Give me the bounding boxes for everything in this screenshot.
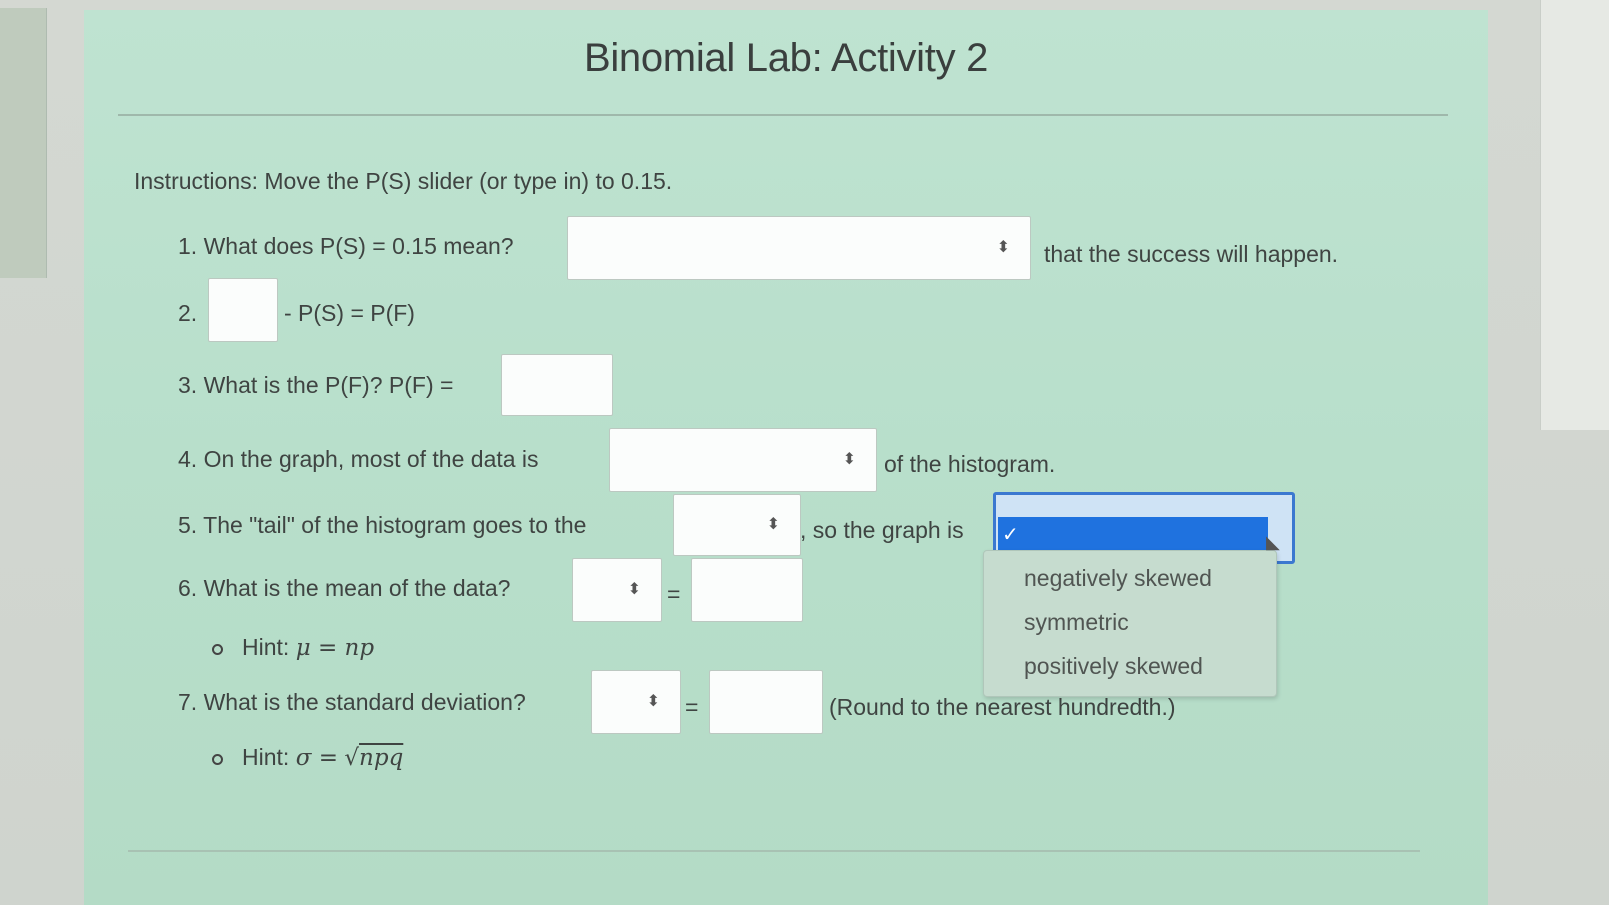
q5-direction-select[interactable]: ⬍: [673, 494, 801, 556]
instructions-label: Instructions:: [134, 168, 258, 194]
instructions-text: Move the P(S) slider (or type in) to 0.1…: [264, 168, 673, 194]
q4-prompt: 4. On the graph, most of the data is: [178, 446, 539, 472]
q7-suffix: (Round to the nearest hundredth.): [829, 694, 1176, 720]
q7-hint-label: Hint:: [242, 744, 290, 770]
q6-hint-label: Hint:: [242, 634, 290, 660]
q1-prompt: 1. What does P(S) = 0.15 mean?: [178, 233, 514, 259]
option-negatively-skewed[interactable]: negatively skewed: [1024, 565, 1212, 592]
divider-top: [118, 114, 1448, 116]
q7-hint-radicand: npq: [359, 745, 404, 771]
select-arrow-icon: ⬍: [627, 581, 641, 598]
q2-input[interactable]: [208, 278, 278, 342]
select-arrow-icon: ⬍: [996, 239, 1010, 256]
q6-prompt: 6. What is the mean of the data?: [178, 575, 511, 601]
q6-formula-select[interactable]: ⬍: [572, 558, 662, 622]
q6-hint: Hint: μ = np: [242, 634, 374, 661]
q6-mean-input[interactable]: [691, 558, 803, 622]
q7-sd-input[interactable]: [709, 670, 823, 734]
q2-number: 2.: [178, 300, 198, 326]
q4-suffix: of the histogram.: [884, 451, 1056, 477]
select-arrow-icon: ⬍: [842, 451, 856, 468]
divider-bottom: [128, 850, 1420, 852]
q5-skew-options-menu: negatively skewed symmetric positively s…: [983, 550, 1277, 697]
q1-suffix: that the success will happen.: [1044, 241, 1339, 267]
dropdown-highlight-row[interactable]: [998, 517, 1268, 551]
q6-equals: =: [667, 581, 681, 607]
page-title: Binomial Lab: Activity 2: [583, 36, 989, 80]
q7-hint-bullet: [212, 754, 223, 765]
right-panel-edge: [1540, 0, 1609, 430]
q7-hint: Hint: σ = √npq: [242, 744, 403, 771]
q6-hint-bullet: [212, 644, 223, 655]
select-arrow-icon: ⬍: [646, 693, 660, 710]
activity-panel: Binomial Lab: Activity 2 Instructions: M…: [84, 10, 1488, 905]
mouse-cursor-icon: ◣: [1266, 532, 1280, 552]
q7-formula-select[interactable]: ⬍: [591, 670, 681, 734]
q3-pf-input[interactable]: [501, 354, 613, 416]
q5-prompt: 5. The "tail" of the histogram goes to t…: [178, 512, 587, 538]
q7-hint-lhs: σ =: [295, 745, 338, 771]
select-arrow-icon: ⬍: [766, 516, 780, 533]
q2-suffix: - P(S) = P(F): [284, 300, 415, 326]
screen: Binomial Lab: Activity 2 Instructions: M…: [0, 0, 1609, 905]
q1-meaning-select[interactable]: ⬍: [567, 216, 1031, 280]
checkmark-icon: ✓: [1002, 524, 1019, 546]
q4-location-select[interactable]: ⬍: [609, 428, 877, 492]
q6-hint-formula: μ = np: [295, 635, 375, 661]
option-symmetric[interactable]: symmetric: [1024, 609, 1129, 636]
q7-prompt: 7. What is the standard deviation?: [178, 689, 526, 715]
sqrt-icon: √: [344, 745, 360, 771]
q7-equals: =: [685, 694, 699, 720]
option-positively-skewed[interactable]: positively skewed: [1024, 653, 1203, 680]
q3-prompt: 3. What is the P(F)? P(F) =: [178, 372, 454, 398]
left-sidebar: [0, 8, 47, 278]
instructions-line: Instructions: Move the P(S) slider (or t…: [134, 168, 672, 195]
q5-mid-text: , so the graph is: [800, 517, 964, 543]
